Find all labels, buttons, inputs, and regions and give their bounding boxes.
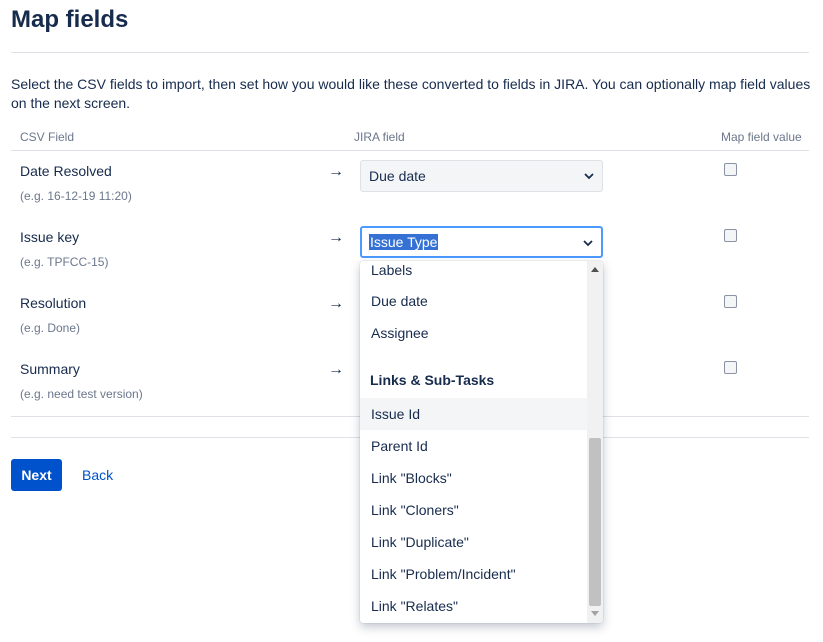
scroll-up-arrow-icon[interactable]: [591, 267, 599, 272]
jira-field-select-value: Issue Type: [369, 234, 439, 250]
map-field-value-checkbox[interactable]: [724, 361, 737, 374]
jira-field-select[interactable]: Issue Type: [360, 226, 603, 258]
csv-field-name: Date Resolved: [20, 163, 112, 179]
back-link[interactable]: Back: [82, 467, 113, 483]
csv-field-example: (e.g. Done): [20, 321, 81, 335]
dropdown-option[interactable]: Issue Id: [360, 398, 587, 430]
jira-field-select-value: Due date: [369, 168, 426, 184]
scroll-down-arrow-icon[interactable]: [591, 611, 599, 616]
map-field-value-checkbox[interactable]: [724, 295, 737, 308]
dropdown-scrollbar[interactable]: [587, 261, 603, 623]
dropdown-option[interactable]: Link "Duplicate": [360, 526, 587, 558]
map-field-value-checkbox[interactable]: [724, 163, 737, 176]
arrow-right-icon: →: [328, 229, 344, 246]
chevron-down-icon: [583, 240, 593, 247]
jira-field-select[interactable]: Due date: [360, 160, 603, 192]
dropdown-option[interactable]: Parent Id: [360, 430, 587, 462]
dropdown-option[interactable]: Link "Cloners": [360, 494, 587, 526]
arrow-right-icon: →: [328, 295, 344, 312]
chevron-down-icon: [584, 173, 594, 180]
csv-field-name: Resolution: [20, 295, 87, 311]
csv-field-name: Summary: [20, 361, 80, 377]
header-divider: [11, 150, 809, 151]
header-jira-field: JIRA field: [354, 130, 405, 144]
header-csv-field: CSV Field: [20, 130, 75, 144]
dropdown-option[interactable]: Link "Blocks": [360, 462, 587, 494]
header-map-field-value: Map field value: [721, 130, 802, 144]
csv-field-example: (e.g. need test version): [20, 387, 143, 401]
csv-field-example: (e.g. TPFCC-15): [20, 255, 109, 269]
jira-field-dropdown[interactable]: Labels Due date Assignee Links & Sub-Tas…: [360, 261, 603, 623]
title-divider: [11, 52, 809, 53]
page-title: Map fields: [11, 6, 129, 33]
csv-field-name: Issue key: [20, 229, 80, 245]
arrow-right-icon: →: [328, 361, 344, 378]
dropdown-option[interactable]: Due date: [360, 285, 587, 317]
dropdown-option[interactable]: Assignee: [360, 317, 587, 349]
dropdown-option[interactable]: Link "Problem/Incident": [360, 558, 587, 590]
page-description: Select the CSV fields to import, then se…: [11, 76, 811, 111]
dropdown-group-label: Links & Sub-Tasks: [370, 372, 495, 388]
dropdown-option[interactable]: Link "Relates": [360, 590, 587, 622]
scrollbar-thumb[interactable]: [589, 438, 601, 606]
next-button[interactable]: Next: [11, 459, 62, 491]
csv-field-example: (e.g. 16-12-19 11:20): [20, 189, 132, 203]
arrow-right-icon: →: [328, 163, 344, 180]
dropdown-option[interactable]: Labels: [360, 261, 587, 286]
map-field-value-checkbox[interactable]: [724, 229, 737, 242]
